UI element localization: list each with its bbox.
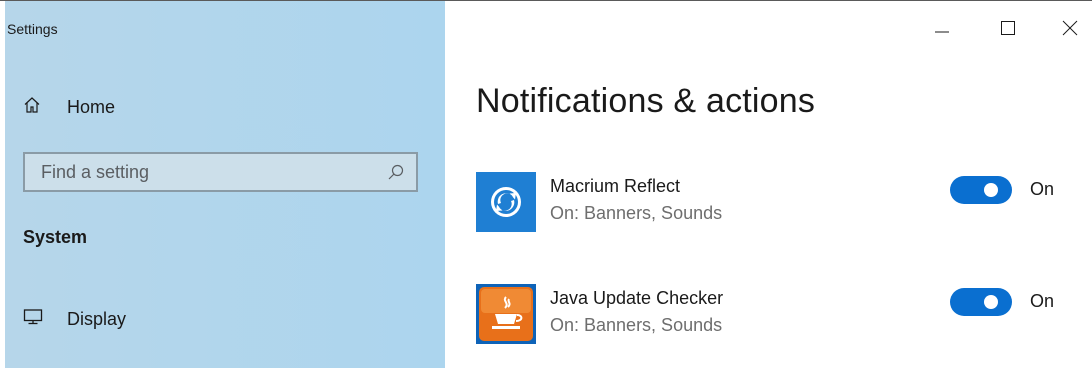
app-name: Java Update Checker [550, 288, 724, 308]
minimize-button[interactable] [922, 12, 962, 48]
notification-toggle[interactable] [950, 176, 1012, 204]
app-notification-row[interactable]: Macrium Reflect On: Banners, Sounds On [476, 172, 1076, 232]
app-status: On: Banners, Sounds [550, 203, 723, 223]
window-title: Settings [7, 21, 58, 37]
maximize-button[interactable] [988, 12, 1028, 48]
home-nav-item[interactable]: Home [23, 94, 115, 120]
sidebar-item-label: Display [67, 308, 127, 329]
close-button[interactable] [1050, 12, 1090, 48]
close-icon [1062, 20, 1078, 41]
toggle-label: On [1030, 291, 1055, 311]
home-icon [23, 96, 41, 119]
macrium-reflect-icon [476, 172, 536, 232]
toggle-label: On [1030, 179, 1055, 199]
app-name: Macrium Reflect [550, 176, 681, 196]
minimize-icon [934, 20, 950, 41]
sidebar: Settings Home System [5, 1, 445, 368]
app-status: On: Banners, Sounds [550, 315, 723, 335]
maximize-icon [1000, 20, 1016, 41]
toggle-knob [984, 295, 998, 309]
java-update-checker-icon [476, 284, 536, 344]
home-label: Home [67, 96, 116, 117]
notification-toggle[interactable] [950, 288, 1012, 316]
display-icon [23, 308, 43, 331]
settings-window: Settings Home System [0, 0, 1092, 368]
sidebar-item-display[interactable]: Display [23, 306, 126, 332]
search-box[interactable] [23, 152, 418, 192]
search-input[interactable] [25, 153, 383, 191]
search-icon[interactable] [388, 164, 404, 180]
section-heading-system: System [23, 227, 88, 247]
app-notification-row[interactable]: Java Update Checker On: Banners, Sounds … [476, 284, 1076, 344]
page-title: Notifications & actions [476, 82, 816, 120]
toggle-knob [984, 183, 998, 197]
